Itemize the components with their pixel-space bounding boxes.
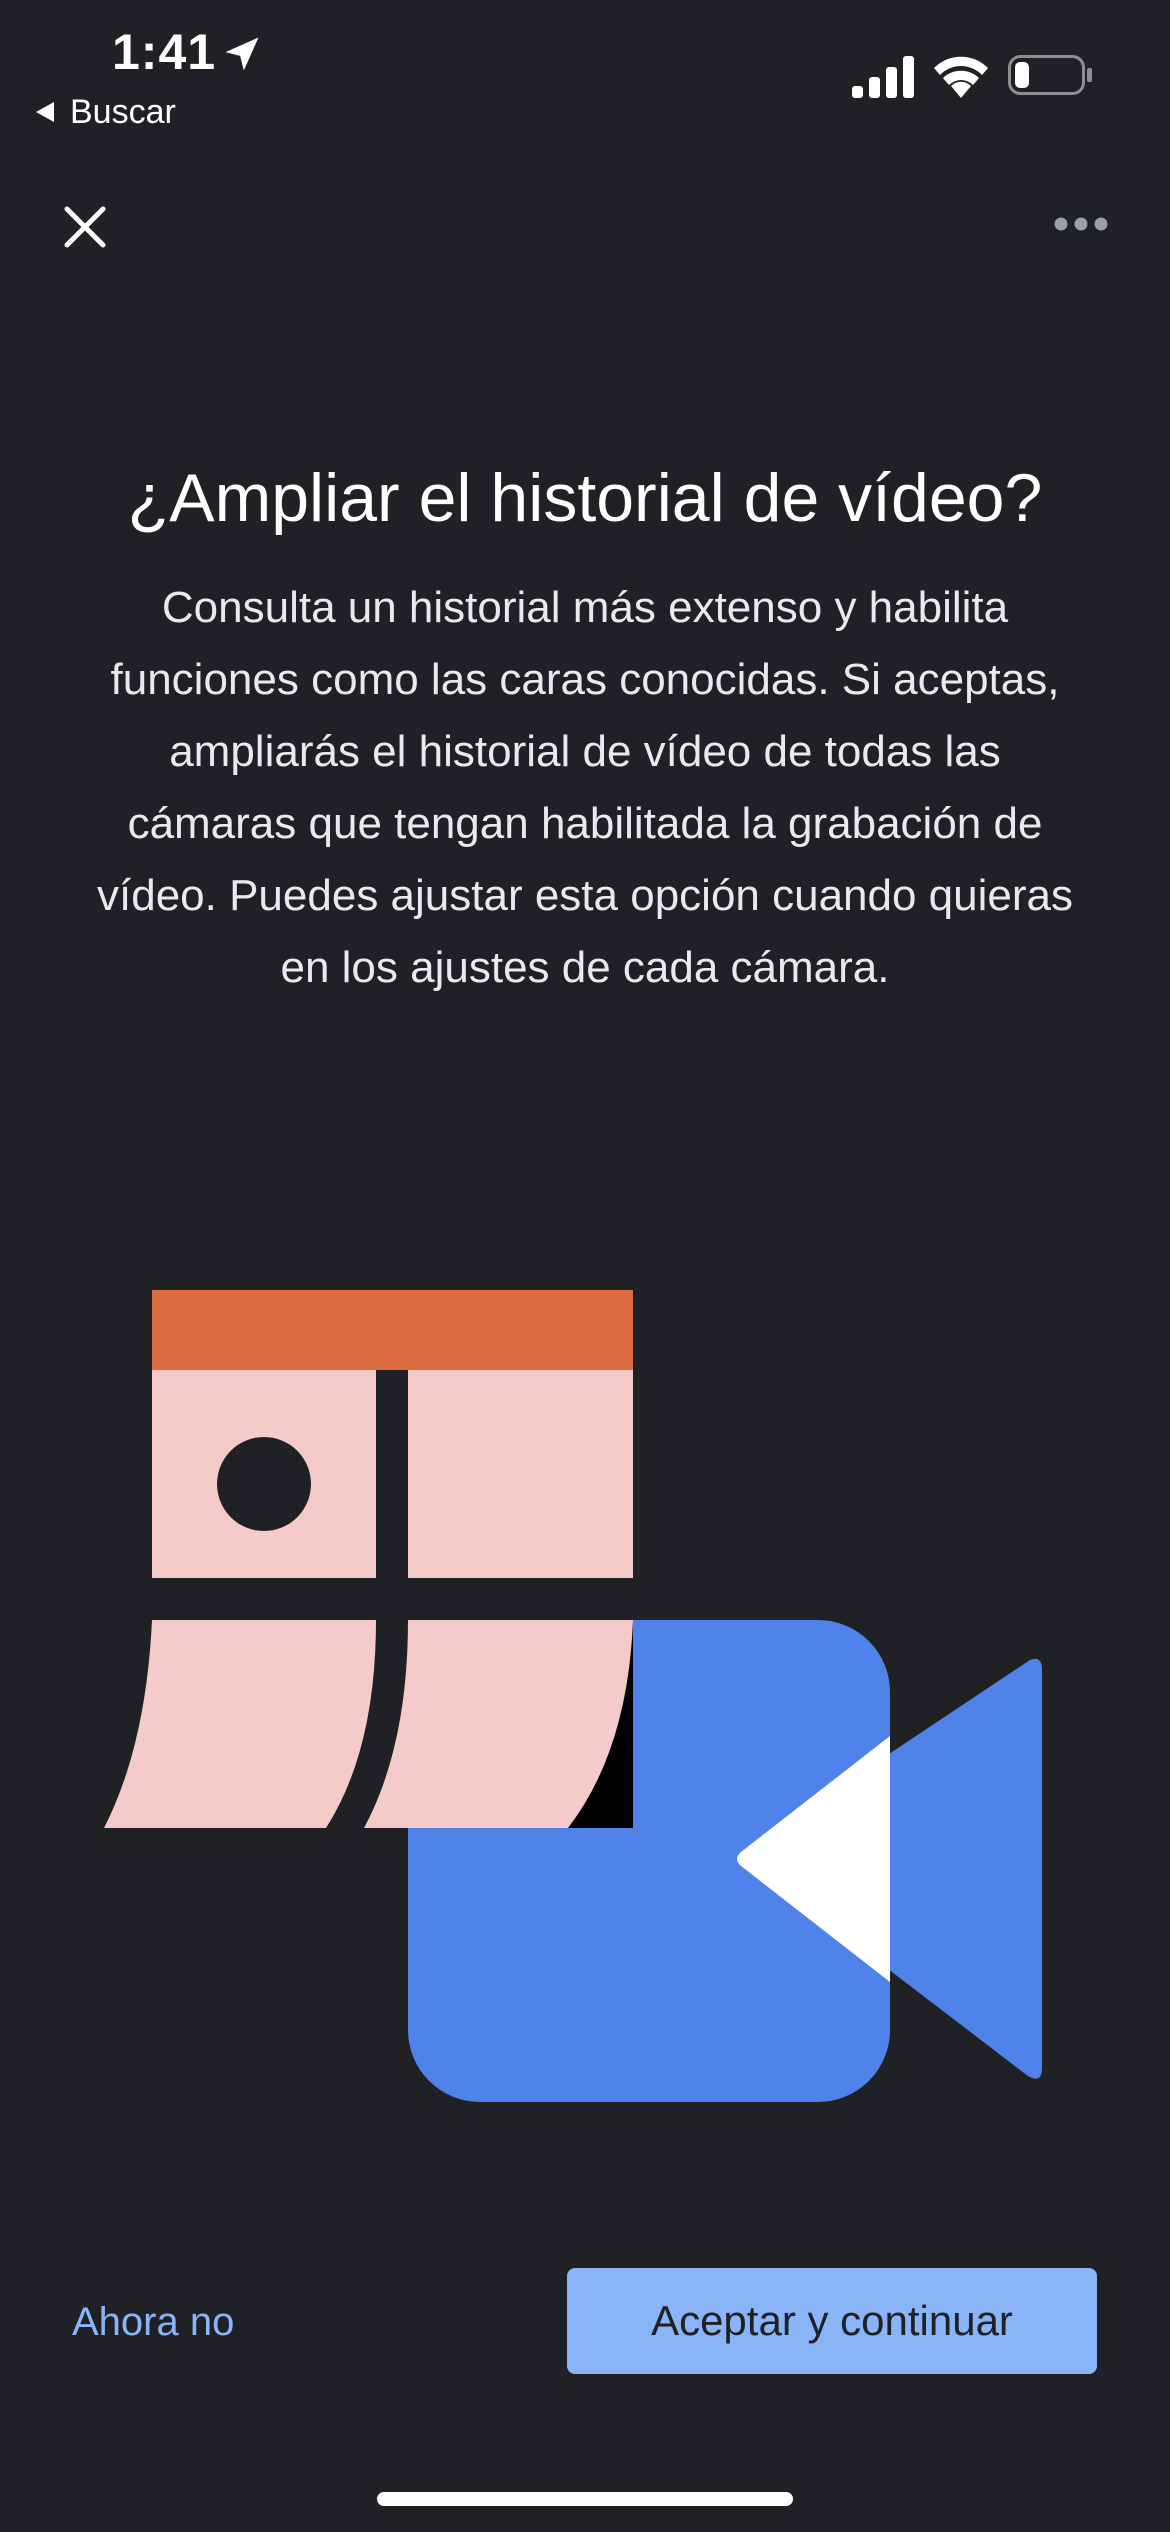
more-horizontal-icon	[1054, 217, 1108, 231]
close-icon	[64, 206, 106, 248]
wifi-icon	[934, 56, 988, 98]
expand-video-history-screen: 1:41 Buscar ¿Ampliar el historial de víd…	[0, 0, 1170, 2532]
page-title: ¿Ampliar el historial de vídeo?	[127, 460, 1043, 536]
not-now-button[interactable]: Ahora no	[46, 2282, 260, 2362]
calendar-cell-bottom-left	[104, 1620, 376, 1828]
location-arrow-icon	[225, 37, 259, 71]
home-indicator[interactable]	[377, 2492, 793, 2506]
accept-and-continue-button[interactable]: Aceptar y continuar	[567, 2268, 1097, 2374]
battery-low-icon	[1008, 55, 1092, 95]
back-to-app-link[interactable]: Buscar	[36, 90, 176, 134]
close-button[interactable]	[50, 192, 120, 262]
description-text: Consulta un historial más extenso y habi…	[97, 583, 1073, 992]
status-time: 1:41	[112, 24, 217, 80]
cellular-signal-icon	[852, 56, 914, 98]
back-app-label: Buscar	[70, 93, 176, 131]
calendar-header	[152, 1290, 633, 1370]
more-options-button[interactable]	[1046, 196, 1116, 252]
calendar-event-dot	[217, 1437, 311, 1531]
calendar-cell-top-right	[408, 1370, 633, 1578]
back-triangle-icon	[36, 102, 54, 122]
calendar-video-camera-illustration	[104, 1290, 1042, 2102]
